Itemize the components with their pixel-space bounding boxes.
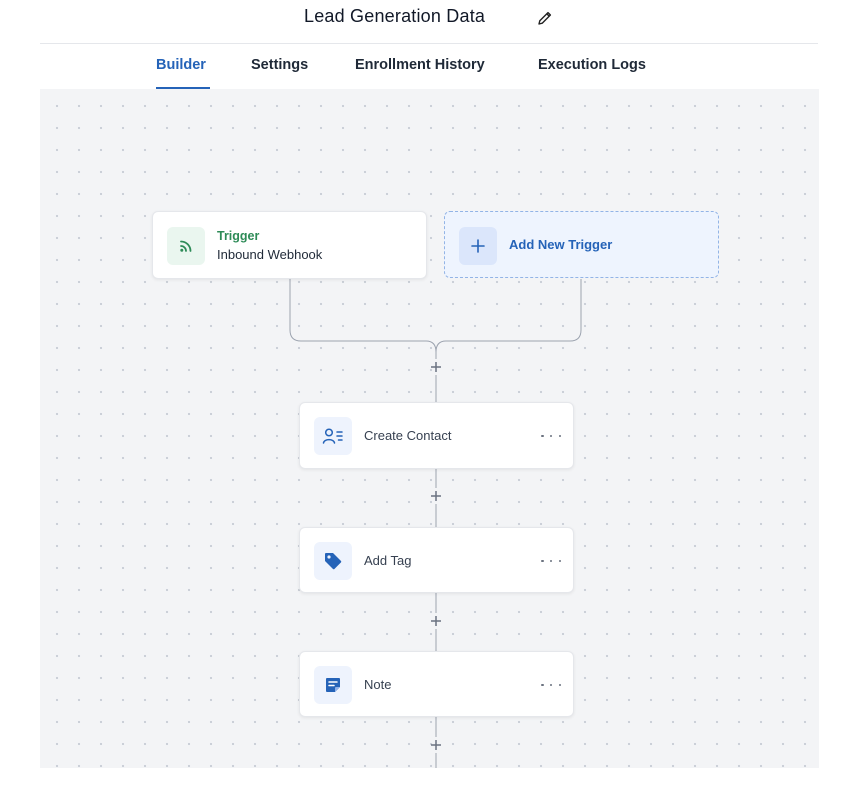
action-label: Note [364, 677, 392, 692]
trigger-card[interactable]: Trigger Inbound Webhook [152, 211, 427, 279]
more-options-icon[interactable] [541, 680, 561, 690]
add-step-plus-icon[interactable] [428, 359, 444, 375]
action-label: Add Tag [364, 553, 412, 568]
tab-execution-logs[interactable]: Execution Logs [538, 57, 646, 73]
add-new-trigger-button[interactable]: Add New Trigger [444, 211, 719, 278]
more-options-icon[interactable] [541, 431, 561, 441]
tab-bar: Builder Settings Enrollment History Exec… [0, 57, 860, 89]
action-card-create-contact[interactable]: Create Contact [299, 402, 574, 469]
webhook-icon [167, 227, 205, 265]
note-icon [314, 666, 352, 704]
action-card-add-tag[interactable]: Add Tag [299, 527, 574, 593]
contact-icon [314, 417, 352, 455]
add-new-trigger-label: Add New Trigger [509, 237, 613, 252]
add-step-plus-icon[interactable] [428, 488, 444, 504]
trigger-heading: Trigger [217, 229, 260, 243]
header-divider [40, 43, 818, 44]
tab-builder[interactable]: Builder [156, 57, 206, 73]
action-card-note[interactable]: Note [299, 651, 574, 717]
add-step-plus-icon[interactable] [428, 613, 444, 629]
page-title: Lead Generation Data [304, 6, 486, 26]
tab-enrollment-history[interactable]: Enrollment History [355, 57, 485, 73]
add-step-plus-icon[interactable] [428, 737, 444, 753]
tag-icon [314, 542, 352, 580]
action-label: Create Contact [364, 428, 452, 443]
header: Lead Generation Data [0, 0, 860, 34]
more-options-icon[interactable] [541, 556, 561, 566]
tab-settings[interactable]: Settings [251, 57, 308, 73]
workflow-canvas[interactable]: Trigger Inbound Webhook Add New Trigger … [40, 89, 819, 768]
pencil-icon[interactable] [536, 9, 554, 27]
plus-icon [459, 227, 497, 265]
trigger-name: Inbound Webhook [217, 247, 323, 262]
